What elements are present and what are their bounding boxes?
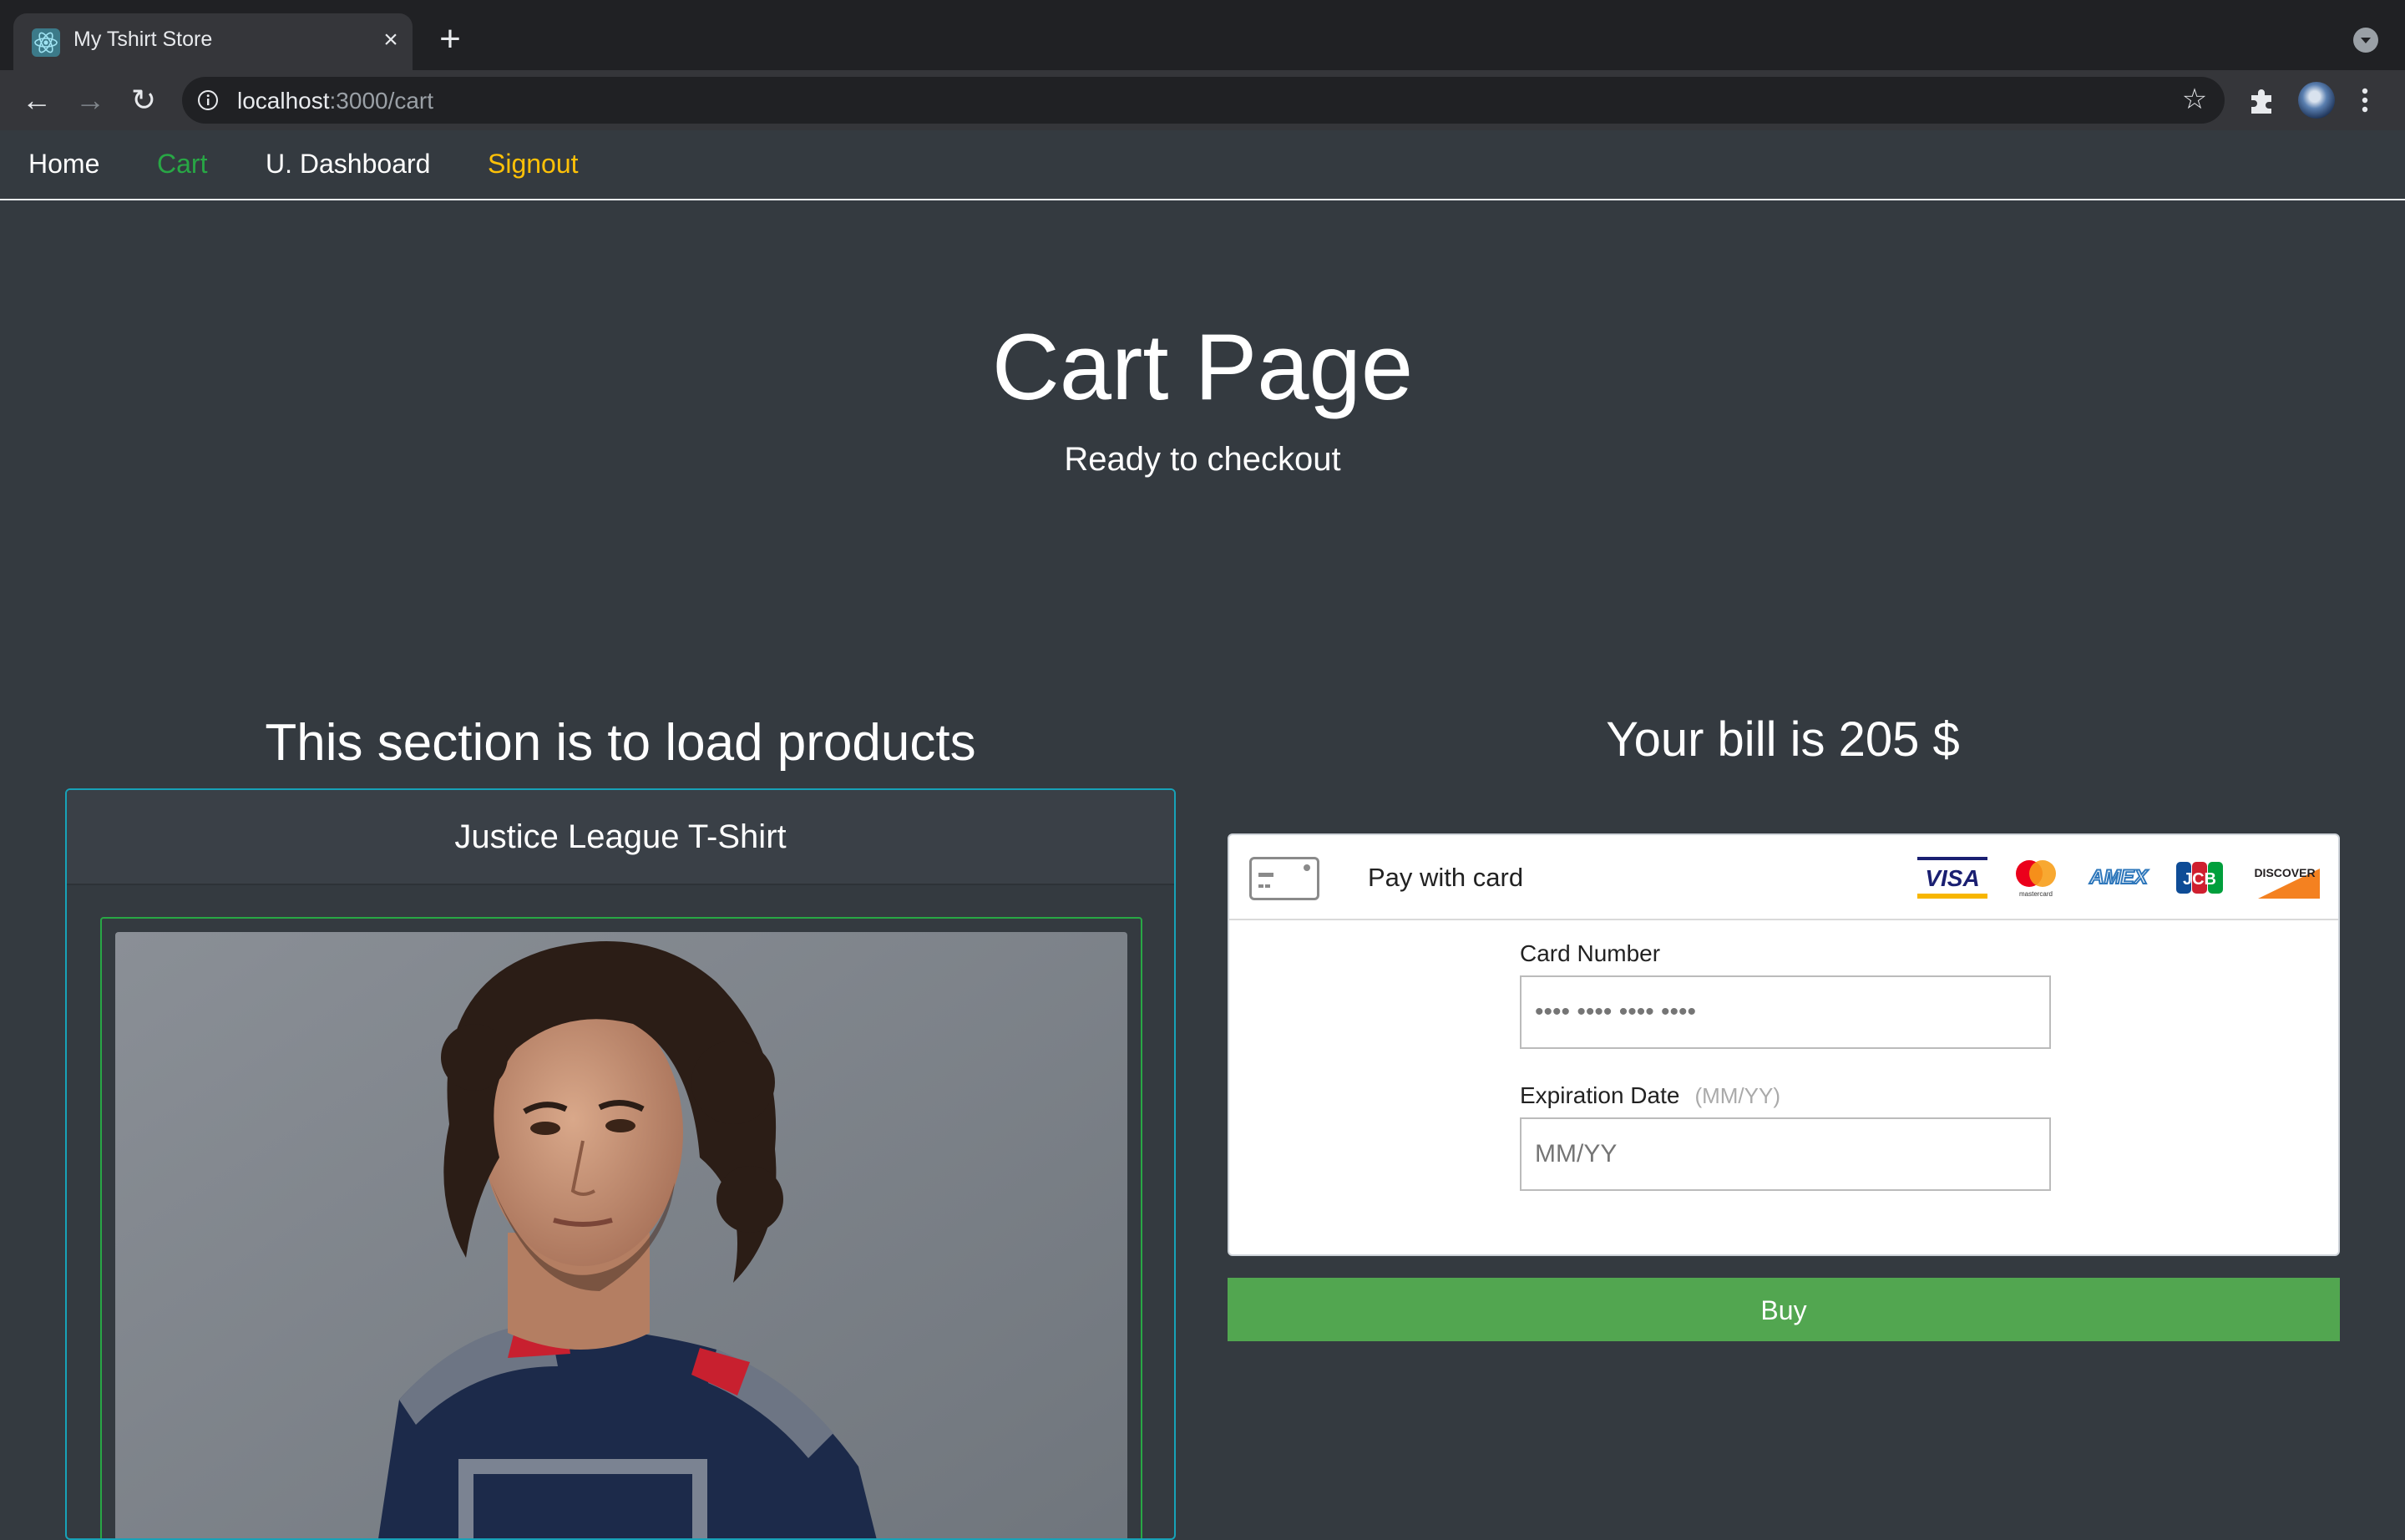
nav-signout-link[interactable]: Signout (488, 149, 579, 180)
products-heading: This section is to load products (265, 714, 976, 772)
reload-icon[interactable]: ↻ (125, 82, 162, 119)
browser-tab[interactable]: My Tshirt Store × (13, 13, 413, 70)
puzzle-icon[interactable] (2245, 84, 2278, 117)
back-icon[interactable]: ← (18, 82, 55, 119)
star-icon[interactable]: ☆ (2180, 84, 2210, 114)
info-icon (198, 90, 218, 110)
discover-icon: DISCOVER (2254, 866, 2320, 899)
visa-icon: VISA (1917, 857, 1987, 899)
react-favicon-icon (32, 28, 60, 57)
url-host: localhost (237, 88, 330, 114)
nav-cart-link[interactable]: Cart (157, 149, 207, 180)
tab-search-icon[interactable] (2353, 28, 2378, 53)
kebab-icon[interactable] (2357, 84, 2373, 117)
site-navbar: Home Cart U. Dashboard Signout (0, 130, 2405, 200)
payment-header: Pay with card VISA mastercard AMEX JCB D… (1229, 835, 2338, 920)
avatar[interactable] (2298, 82, 2335, 119)
jcb-text: JCB (2183, 870, 2216, 889)
page-title: Cart Page (991, 315, 1414, 419)
mastercard-icon: mastercard (2016, 860, 2056, 898)
expiration-date-input[interactable] (1520, 1117, 2051, 1191)
visa-text: VISA (1925, 865, 1979, 891)
card-number-label: Card Number (1520, 940, 1661, 966)
product-image (115, 932, 1127, 1538)
url-path: :3000/cart (329, 88, 434, 114)
expiration-date-label: Expiration Date (MM/YY) (1520, 1082, 1780, 1109)
page-subtitle: Ready to checkout (1064, 441, 1341, 478)
close-icon[interactable]: × (376, 25, 406, 55)
product-name: Justice League T-Shirt (67, 790, 1174, 885)
jcb-icon: JCB (2176, 862, 2223, 894)
buy-button[interactable]: Buy (1228, 1278, 2340, 1341)
credit-card-icon (1249, 857, 1319, 900)
nav-home-link[interactable]: Home (28, 149, 99, 180)
address-bar[interactable]: localhost:3000/cart ☆ (182, 77, 2225, 124)
browser-tabstrip: My Tshirt Store × + (0, 0, 2405, 70)
nav-dashboard-link[interactable]: U. Dashboard (266, 149, 430, 180)
mastercard-text: mastercard (2019, 890, 2053, 898)
forward-icon[interactable]: → (72, 82, 109, 119)
bill-total: Your bill is 205 $ (1606, 712, 1960, 767)
expiration-hint: (MM/YY) (1694, 1083, 1780, 1108)
pay-with-card-label: Pay with card (1368, 863, 1524, 892)
amex-text: AMEX (2089, 866, 2149, 889)
tab-title: My Tshirt Store (73, 28, 213, 51)
amex-icon: AMEX (2088, 865, 2149, 889)
card-number-input[interactable] (1520, 975, 2051, 1049)
product-image-frame (100, 917, 1142, 1538)
url-text: localhost:3000/cart (237, 88, 433, 114)
payment-form: Pay with card VISA mastercard AMEX JCB D… (1228, 833, 2340, 1256)
plus-icon[interactable]: + (434, 21, 466, 58)
product-card: Justice League T-Shirt (65, 788, 1176, 1540)
browser-toolbar: ← → ↻ localhost:3000/cart ☆ (0, 70, 2405, 130)
discover-text: DISCOVER (2254, 866, 2315, 879)
expiration-label-text: Expiration Date (1520, 1082, 1680, 1108)
